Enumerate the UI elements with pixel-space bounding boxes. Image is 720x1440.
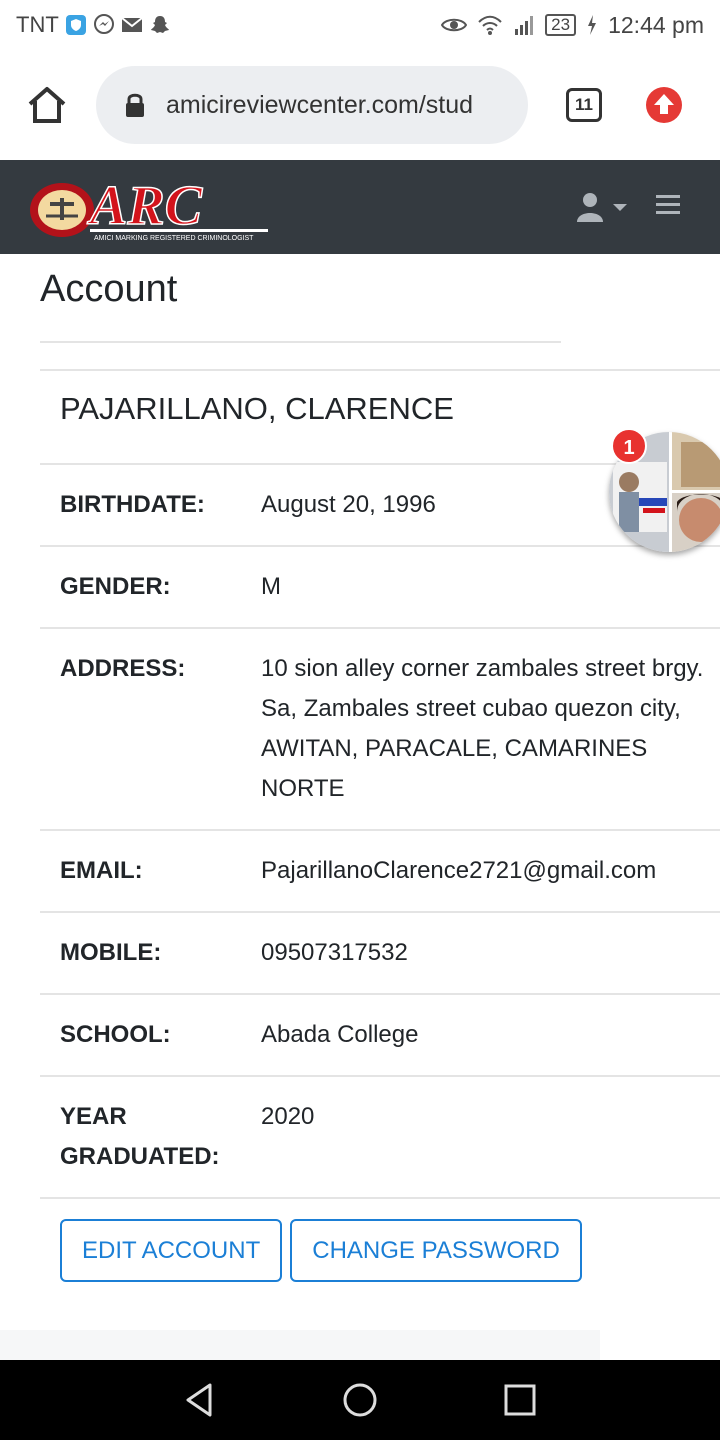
table-row: SCHOOL: Abada College bbox=[40, 993, 720, 1075]
field-value: PajarillanoClarence2721@gmail.com bbox=[261, 857, 657, 884]
lock-icon bbox=[126, 93, 144, 117]
page-title: Account bbox=[40, 268, 178, 310]
site-navbar: ARC AMICI MARKING REGISTERED CRIMINOLOGI… bbox=[0, 160, 720, 254]
student-name: PAJARILLANO, CLARENCE bbox=[60, 391, 454, 426]
clock: 12:44 pm bbox=[608, 11, 704, 38]
status-right: 23 12:44 pm bbox=[441, 12, 704, 39]
field-value: 10 sion alley corner zambales street brg… bbox=[261, 655, 704, 802]
table-row: ADDRESS: 10 sion alley corner zambales s… bbox=[40, 627, 720, 829]
messenger-icon bbox=[93, 14, 114, 34]
mail-icon bbox=[121, 17, 143, 32]
table-row: MOBILE: 09507317532 bbox=[40, 911, 720, 993]
back-icon[interactable] bbox=[182, 1382, 218, 1418]
title-divider bbox=[40, 341, 561, 343]
field-label: MOBILE: bbox=[60, 939, 162, 966]
svg-text:AMICI MARKING REGISTERED CRIMI: AMICI MARKING REGISTERED CRIMINOLOGIST bbox=[94, 235, 254, 242]
eye-icon bbox=[441, 18, 468, 32]
status-bar: TNT 23 12:44 pm bbox=[0, 0, 720, 50]
shield-icon bbox=[65, 15, 86, 35]
menu-toggle-icon[interactable] bbox=[656, 194, 680, 216]
field-label: SCHOOL: bbox=[60, 1021, 171, 1048]
chat-head[interactable]: 1 bbox=[609, 428, 720, 556]
update-icon[interactable] bbox=[645, 86, 683, 124]
charging-icon bbox=[588, 15, 597, 35]
table-row: GENDER: M bbox=[40, 545, 720, 627]
wifi-icon bbox=[478, 15, 502, 35]
account-actions: EDIT ACCOUNT CHANGE PASSWORD bbox=[60, 1219, 582, 1282]
field-value: 2020 bbox=[261, 1103, 315, 1130]
field-label: GENDER: bbox=[60, 573, 171, 600]
account-page: Account PAJARILLANO, CLARENCE BIRTHDATE:… bbox=[0, 254, 720, 1360]
home-icon[interactable] bbox=[26, 84, 68, 126]
status-left: TNT bbox=[16, 12, 171, 38]
field-label: ADDRESS: bbox=[60, 655, 186, 682]
svg-text:ARC: ARC bbox=[87, 175, 203, 237]
carrier-label: TNT bbox=[16, 12, 59, 37]
field-value: 09507317532 bbox=[261, 939, 408, 966]
edit-account-button[interactable]: EDIT ACCOUNT bbox=[60, 1219, 283, 1282]
battery-indicator: 23 bbox=[545, 14, 577, 36]
field-value: Abada College bbox=[261, 1021, 419, 1048]
field-value: M bbox=[261, 573, 281, 600]
address-bar[interactable]: amicireviewcenter.com/stud bbox=[96, 66, 528, 144]
snapchat-icon bbox=[150, 16, 169, 33]
url-text[interactable]: amicireviewcenter.com/stud bbox=[166, 91, 473, 120]
account-details-table: BIRTHDATE: August 20, 1996 GENDER: M ADD… bbox=[40, 463, 720, 1199]
user-dropdown-icon[interactable] bbox=[576, 192, 632, 222]
table-bottom-border bbox=[40, 1197, 720, 1199]
browser-toolbar: amicireviewcenter.com/stud 11 bbox=[0, 50, 720, 160]
home-circle-icon[interactable] bbox=[342, 1382, 378, 1418]
arc-logo[interactable]: ARC AMICI MARKING REGISTERED CRIMINOLOGI… bbox=[28, 174, 270, 242]
recents-icon[interactable] bbox=[502, 1382, 538, 1418]
field-label: EMAIL: bbox=[60, 857, 143, 884]
table-top-border bbox=[40, 369, 720, 371]
table-row: YEAR GRADUATED: 2020 bbox=[40, 1075, 720, 1197]
system-navigation-bar bbox=[0, 1360, 720, 1440]
tab-switcher-button[interactable]: 11 bbox=[566, 88, 602, 122]
table-row: EMAIL: PajarillanoClarence2721@gmail.com bbox=[40, 829, 720, 911]
change-password-button[interactable]: CHANGE PASSWORD bbox=[290, 1219, 582, 1282]
notification-badge: 1 bbox=[611, 428, 647, 464]
signal-icon bbox=[515, 16, 534, 35]
field-label: BIRTHDATE: bbox=[60, 491, 205, 518]
footer-strip bbox=[0, 1330, 600, 1360]
field-label: YEAR GRADUATED: bbox=[60, 1103, 220, 1170]
